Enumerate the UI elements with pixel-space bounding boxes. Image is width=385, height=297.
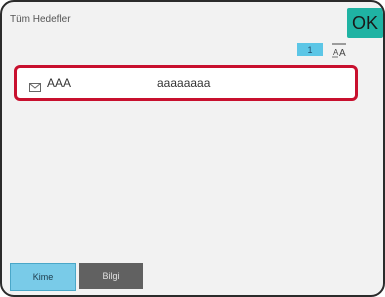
page-number-indicator[interactable]: 1 <box>297 43 323 56</box>
tab-kime[interactable]: Kime <box>10 263 76 291</box>
footer-tabs: Kime Bilgi <box>2 261 383 295</box>
ok-button[interactable]: OK <box>347 8 383 38</box>
destination-name: AAA <box>47 76 72 90</box>
list-item[interactable]: AAA aaaaaaaa <box>14 65 358 101</box>
toolbar: 1 A A <box>2 40 383 60</box>
destination-list: AAA aaaaaaaa <box>6 60 379 259</box>
tab-bilgi[interactable]: Bilgi <box>79 263 143 289</box>
mail-icon <box>29 79 41 92</box>
destination-address: aaaaaaaa <box>157 76 211 90</box>
page-title: Tüm Hedefler <box>10 14 71 25</box>
svg-text:A: A <box>339 48 346 58</box>
list-item-content: AAA aaaaaaaa <box>21 71 351 95</box>
header: Tüm Hedefler OK <box>2 2 383 38</box>
screen-frame: Tüm Hedefler OK 1 A A AAA aaaaaaaa Kime … <box>0 0 385 297</box>
sort-alpha-icon[interactable]: A A <box>330 42 348 59</box>
